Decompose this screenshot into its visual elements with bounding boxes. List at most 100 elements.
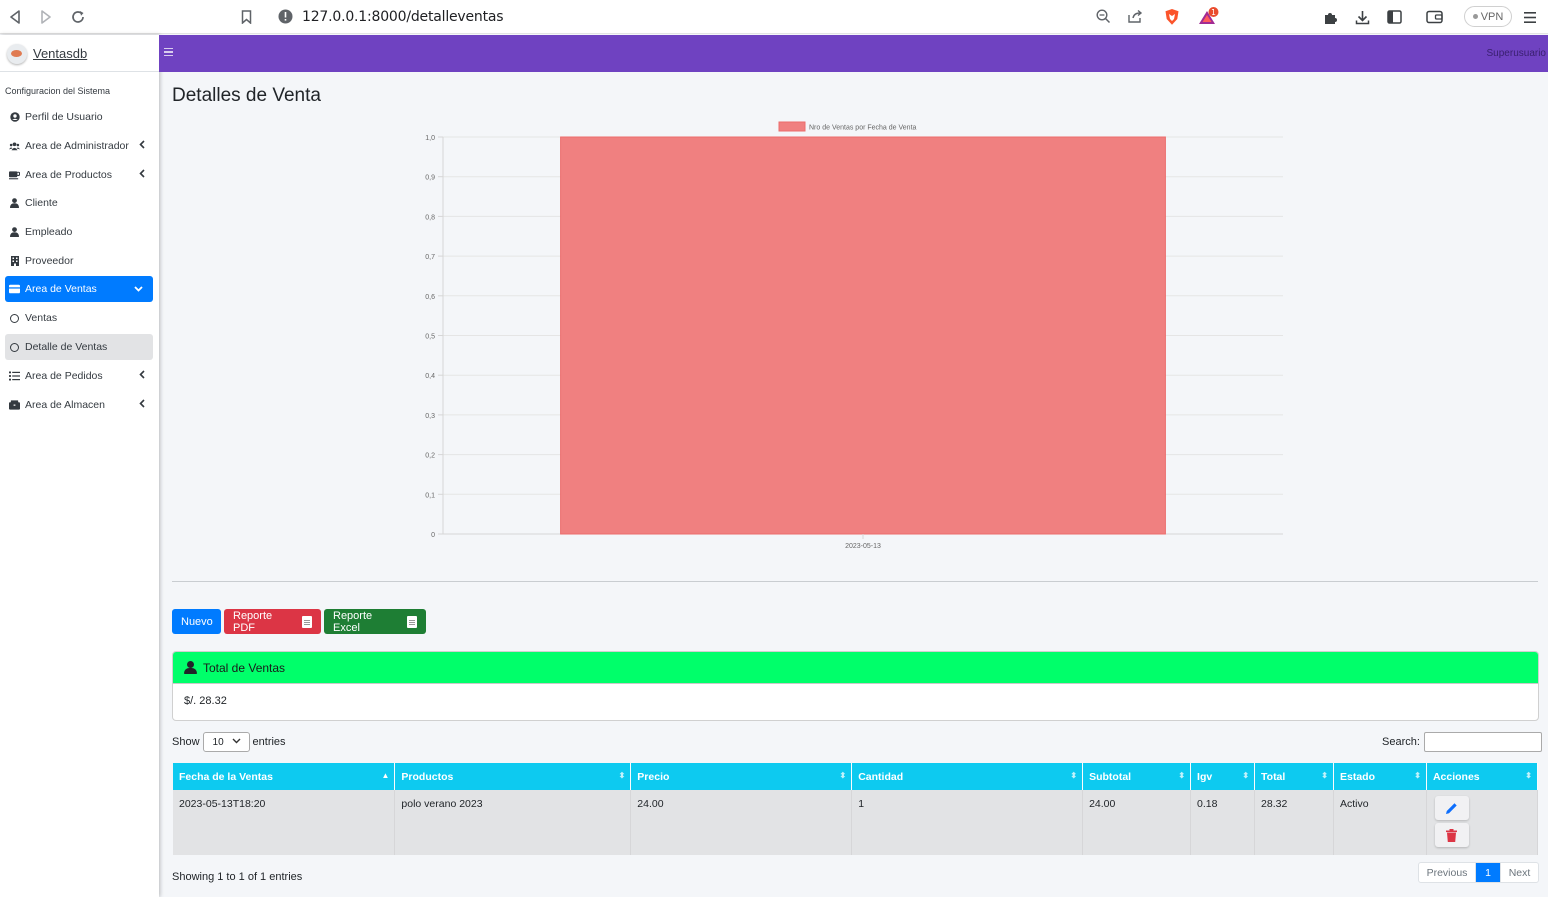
y-tick-label: 1,0 bbox=[425, 135, 435, 142]
nuevo-button[interactable]: Nuevo bbox=[172, 609, 221, 634]
list-icon bbox=[9, 371, 20, 381]
file-pdf-icon bbox=[302, 615, 312, 628]
sidebar-item-area-de-pedidos[interactable]: Area de Pedidos bbox=[5, 363, 153, 389]
table-header-row: Fecha de la Ventas ▲ Productos ⬍ Precio ⬍ C… bbox=[173, 763, 1539, 790]
sidebar-item-label: Area de Productos bbox=[25, 169, 112, 181]
extensions-icon[interactable] bbox=[1320, 7, 1340, 27]
table-info: Showing 1 to 1 of 1 entries bbox=[172, 871, 303, 883]
file-excel-icon bbox=[407, 615, 417, 628]
sidebar: Ventasdb Configuracion del Sistema Perfi… bbox=[0, 35, 159, 897]
sidebar-toggle-icon[interactable] bbox=[1384, 7, 1404, 27]
x-tick-label: 2023-05-13 bbox=[845, 543, 881, 550]
page-length-control: Show 10 entries bbox=[172, 732, 286, 752]
divider bbox=[172, 581, 1538, 582]
column-header[interactable]: Precio ⬍ bbox=[630, 763, 853, 790]
circle-icon bbox=[9, 342, 20, 352]
reporte-pdf-button[interactable]: Reporte PDF bbox=[224, 609, 321, 634]
pencil-icon bbox=[1446, 802, 1458, 814]
sidebar-item-area-de-almacen[interactable]: Area de Almacen bbox=[5, 392, 153, 418]
table-row: 2023-05-13T18:20 polo verano 2023 24.00 … bbox=[173, 790, 1539, 855]
column-header[interactable]: Subtotal ⬍ bbox=[1082, 763, 1192, 790]
reload-icon[interactable] bbox=[68, 7, 88, 27]
total-ventas-card: Total de Ventas $/. 28.32 bbox=[172, 651, 1539, 721]
sidebar-item-detalle-de-ventas[interactable]: Detalle de Ventas bbox=[5, 334, 153, 360]
mug-icon bbox=[9, 170, 20, 180]
sort-icon: ⬍ bbox=[1414, 771, 1421, 780]
legend-label: Nro de Ventas por Fecha de Venta bbox=[809, 125, 917, 132]
sidebar-item-perfil-de-usuario[interactable]: Perfil de Usuario bbox=[5, 104, 153, 130]
show-label: Show bbox=[172, 736, 200, 748]
column-header[interactable]: Igv ⬍ bbox=[1190, 763, 1256, 790]
column-header[interactable]: Fecha de la Ventas ▲ bbox=[173, 763, 396, 790]
card-header: Total de Ventas bbox=[173, 652, 1538, 684]
zoom-icon[interactable] bbox=[1096, 9, 1111, 27]
sort-icon: ⬍ bbox=[1070, 771, 1078, 780]
sidebar-item-empleado[interactable]: Empleado bbox=[5, 219, 153, 245]
page-1-button[interactable]: 1 bbox=[1476, 863, 1500, 882]
sidebar-item-cliente[interactable]: Cliente bbox=[5, 190, 153, 216]
sidebar-item-area-de-ventas[interactable]: Area de Ventas bbox=[5, 276, 153, 302]
search-input[interactable] bbox=[1423, 732, 1542, 752]
column-header[interactable]: Acciones ⬍ bbox=[1426, 763, 1539, 790]
share-icon[interactable] bbox=[1127, 9, 1143, 27]
downloads-icon[interactable] bbox=[1352, 7, 1372, 27]
column-header[interactable]: Productos ⬍ bbox=[394, 763, 632, 790]
address-bar[interactable]: 127.0.0.1:8000/detalleventas 1 bbox=[268, 4, 1226, 30]
menu-icon[interactable] bbox=[1520, 7, 1540, 27]
chevron-left-icon bbox=[139, 399, 145, 411]
sort-icon: ⬍ bbox=[618, 771, 626, 780]
y-tick-label: 0,7 bbox=[425, 254, 435, 261]
chevron-down-icon bbox=[134, 284, 143, 295]
user-icon bbox=[184, 661, 197, 674]
hamburger-icon[interactable] bbox=[164, 48, 173, 58]
legend-swatch bbox=[778, 121, 806, 132]
user-icon bbox=[9, 227, 20, 237]
y-tick-label: 0,1 bbox=[425, 492, 435, 499]
sort-icon: ⬍ bbox=[1525, 771, 1532, 780]
user-icon bbox=[9, 198, 20, 208]
rewards-badge: 1 bbox=[1211, 8, 1216, 17]
info-icon[interactable] bbox=[278, 9, 293, 27]
forward-icon[interactable] bbox=[36, 7, 56, 27]
brand-name: Ventasdb bbox=[33, 46, 88, 61]
sidebar-item-area-de-administrador[interactable]: Area de Administrador bbox=[5, 133, 153, 159]
chevron-left-icon bbox=[139, 140, 145, 152]
sidebar-item-ventas[interactable]: Ventas bbox=[5, 305, 153, 331]
search-label: Search: bbox=[1382, 736, 1420, 748]
warehouse-icon bbox=[9, 400, 20, 410]
user-menu[interactable]: Superusuario bbox=[1487, 48, 1546, 59]
brave-shield-icon[interactable] bbox=[1164, 8, 1180, 29]
sidebar-item-area-de-productos[interactable]: Area de Productos bbox=[5, 162, 153, 188]
delete-button[interactable] bbox=[1434, 823, 1469, 847]
vpn-button[interactable]: VPN bbox=[1464, 6, 1512, 27]
vpn-label: VPN bbox=[1480, 10, 1504, 23]
wallet-icon[interactable] bbox=[1424, 7, 1444, 27]
chart-canvas: 0 0,1 0,2 0,3 0,4 0,5 0,6 0,7 0,8 0,9 1,0 2023-05-1… bbox=[425, 121, 1283, 550]
page-length-select[interactable]: 10 bbox=[202, 732, 250, 752]
rewards-icon[interactable]: 1 bbox=[1198, 7, 1220, 30]
cell-estado: Activo bbox=[1333, 790, 1427, 855]
column-header[interactable]: Total ⬍ bbox=[1254, 763, 1334, 790]
sort-icon: ⬍ bbox=[1321, 771, 1328, 780]
edit-button[interactable] bbox=[1434, 796, 1469, 820]
bar bbox=[560, 136, 1166, 535]
next-page-button[interactable]: Next bbox=[1500, 863, 1538, 882]
cell-fecha: 2023-05-13T18:20 bbox=[173, 790, 396, 855]
reporte-excel-button[interactable]: Reporte Excel bbox=[324, 609, 426, 634]
previous-page-button[interactable]: Previous bbox=[1419, 863, 1476, 882]
users-icon bbox=[9, 141, 20, 151]
bookmark-icon[interactable] bbox=[236, 7, 256, 27]
back-icon[interactable] bbox=[5, 7, 25, 27]
y-tick-label: 0,8 bbox=[425, 214, 435, 221]
reporte-excel-label: Reporte Excel bbox=[333, 609, 373, 634]
column-header[interactable]: Cantidad ⬍ bbox=[851, 763, 1084, 790]
sidebar-item-proveedor[interactable]: Proveedor bbox=[5, 248, 153, 274]
column-header[interactable]: Estado ⬍ bbox=[1333, 763, 1427, 790]
y-tick-label: 0 bbox=[431, 532, 435, 539]
pagination: Previous 1 Next bbox=[1418, 862, 1539, 883]
brand-link[interactable]: Ventasdb bbox=[0, 35, 159, 72]
total-value: $/. 28.32 bbox=[184, 695, 227, 707]
chevron-down-icon bbox=[232, 736, 241, 746]
sort-icon: ⬍ bbox=[839, 771, 847, 780]
sort-asc-icon: ▲ bbox=[381, 771, 390, 780]
